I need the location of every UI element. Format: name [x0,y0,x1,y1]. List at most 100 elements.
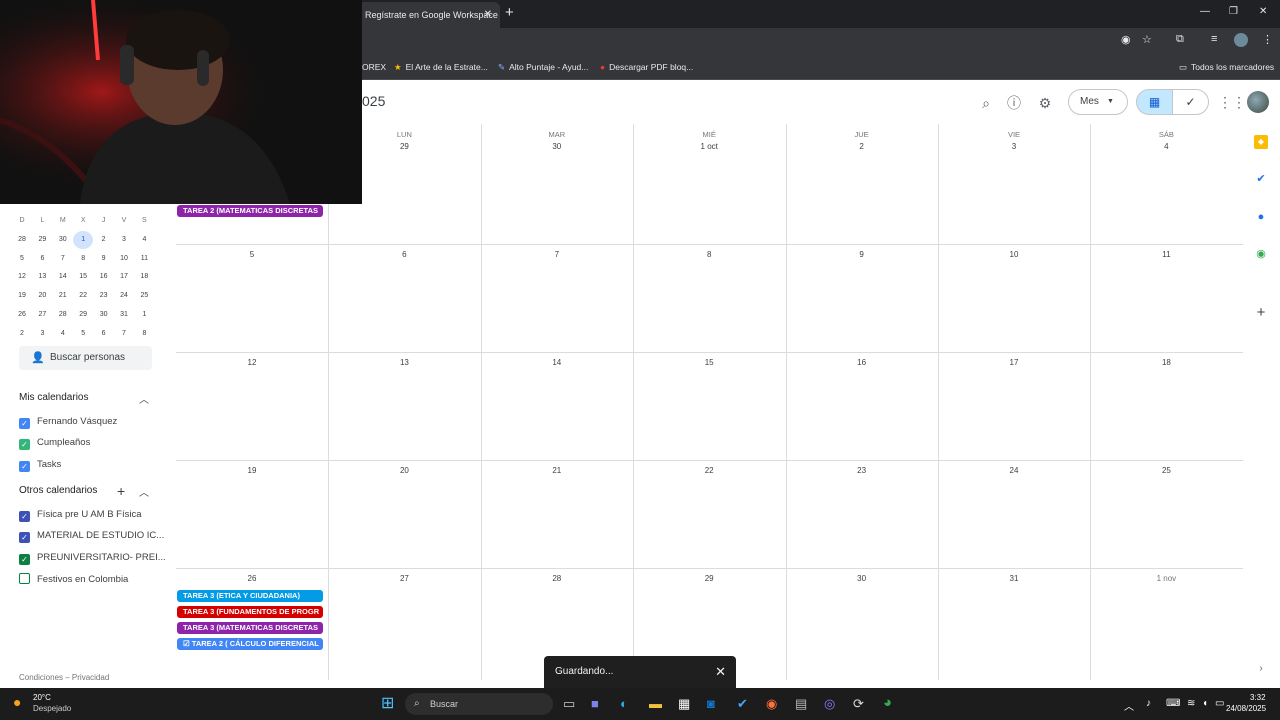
calendar-list-item[interactable]: ✓ Fernando Vásquez [19,416,117,432]
store-icon[interactable]: ▦ [678,696,690,712]
day-number[interactable]: 27 [328,574,480,583]
close-window-icon[interactable]: ✕ [1259,6,1267,17]
calendar-checkbox[interactable] [19,572,30,584]
mini-day[interactable]: 10 [114,250,134,268]
mini-day[interactable]: 17 [114,268,134,286]
microphone-icon[interactable]: ♪ [1146,698,1151,709]
calendar-checkbox[interactable]: ✓ [19,439,30,451]
terms-privacy-link[interactable]: Condiciones – Privacidad [19,673,109,682]
weather-icon[interactable]: ● [13,694,21,710]
edge-icon[interactable]: ◐ [620,696,628,711]
app-icon[interactable]: ⟳ [853,696,864,712]
day-number[interactable]: 18 [1090,358,1242,367]
calendar-checkbox[interactable]: ✓ [19,553,30,565]
mini-day[interactable]: 3 [32,325,52,343]
settings-gear-icon[interactable]: ⚙ [1036,94,1054,112]
task-chip[interactable]: ☑ TAREA 2 ( CÁLCULO DIFERENCIAL [177,638,323,650]
day-number[interactable]: 11 [1090,250,1242,259]
mini-day[interactable]: 3 [114,231,134,249]
restore-icon[interactable]: ❐ [1229,6,1238,17]
day-number[interactable]: 1 oct [633,142,785,151]
calendar-view-toggle[interactable]: ▦ [1136,89,1173,115]
expand-panel-icon[interactable]: › [1254,662,1268,676]
mini-day[interactable]: 29 [73,306,93,324]
mini-day[interactable]: 14 [53,268,73,286]
firefox-icon[interactable]: ◉ [766,696,777,712]
close-snackbar-icon[interactable]: ✕ [715,656,726,688]
file-explorer-icon[interactable]: ▬ [649,696,662,711]
day-number[interactable]: 14 [481,358,633,367]
maps-icon[interactable]: ◉ [1254,247,1268,261]
day-number[interactable]: 12 [176,358,328,367]
search-icon[interactable]: ⌕ [977,94,995,112]
day-number[interactable]: 9 [786,250,938,259]
app-icon[interactable]: ▤ [795,696,807,712]
mini-day[interactable]: 29 [32,231,52,249]
my-calendars-heading[interactable]: Mis calendarios [19,392,88,403]
mini-day[interactable]: 24 [114,287,134,305]
teams-icon[interactable]: ■ [591,696,599,711]
volume-icon[interactable]: ◖ [1202,698,1208,709]
mini-day[interactable]: 23 [94,287,114,305]
help-icon[interactable]: ⓘ [1005,94,1023,112]
day-number[interactable]: 28 [481,574,633,583]
day-number[interactable]: 6 [328,250,480,259]
view-selector[interactable]: Mes ▼ [1068,89,1128,115]
mini-day[interactable]: 21 [53,287,73,305]
calendar-list-item[interactable]: ✓ Cumpleaños [19,437,90,453]
calendar-checkbox[interactable]: ✓ [19,511,30,522]
day-number[interactable]: 13 [328,358,480,367]
event-chip[interactable]: TAREA 2 (MATEMATICAS DISCRETAS [177,205,323,217]
chevron-up-icon[interactable]: ︿ [139,391,149,406]
tray-chevron-icon[interactable]: ︿ [1124,698,1134,713]
mini-day[interactable]: 12 [12,268,32,286]
mini-day[interactable]: 6 [94,325,114,343]
day-number[interactable]: 5 [176,250,328,259]
event-chip[interactable]: TAREA 3 (MATEMATICAS DISCRETAS [177,622,323,634]
day-number[interactable]: 7 [481,250,633,259]
media-icon[interactable]: ≡ [1211,33,1217,45]
tasks-icon[interactable]: ✔ [1254,172,1268,186]
day-number[interactable]: 19 [176,466,328,475]
extensions-icon[interactable]: ⧉ [1176,33,1184,46]
mini-day[interactable]: 13 [32,268,52,286]
clock-time[interactable]: 3:32 [1250,693,1266,702]
eye-icon[interactable]: ◉ [1121,33,1131,46]
day-number[interactable]: 30 [786,574,938,583]
mini-day[interactable]: 25 [134,287,154,305]
chevron-up-icon[interactable]: ︿ [139,484,149,499]
calendar-checkbox[interactable]: ✓ [19,418,30,429]
clock-date[interactable]: 24/08/2025 [1226,704,1266,713]
calendar-checkbox[interactable]: ✓ [19,460,30,472]
day-number[interactable]: 3 [938,142,1090,151]
day-number[interactable]: 30 [481,142,633,151]
chrome-icon[interactable]: ◕ [883,694,892,711]
menu-icon[interactable]: ⋮ [1262,33,1273,46]
mini-day[interactable]: 15 [73,268,93,286]
day-number[interactable]: 21 [481,466,633,475]
day-number[interactable]: 2 [786,142,938,151]
add-addon-icon[interactable]: + [1254,305,1268,320]
browser-tab[interactable]: Regístrate en Google Workspace ✕ [357,2,500,28]
day-number[interactable]: 29 [633,574,785,583]
day-number[interactable]: 4 [1090,142,1242,151]
calendar-list-item[interactable]: ✓ MATERIAL DE ESTUDIO IC... [19,530,164,546]
mini-day[interactable]: 1 [73,230,94,249]
mini-day[interactable]: 28 [53,306,73,324]
tasks-view-toggle[interactable]: ✓ [1172,89,1209,115]
mini-day[interactable]: 11 [134,250,154,268]
mini-day[interactable]: 7 [114,325,134,343]
day-number[interactable]: 20 [328,466,480,475]
mini-day[interactable]: 8 [134,325,154,343]
search-people-input[interactable]: 👤 Buscar personas [19,346,152,370]
app-icon[interactable]: ◎ [824,696,835,712]
day-number[interactable]: 25 [1090,466,1242,475]
mini-day[interactable]: 2 [12,325,32,343]
mini-day[interactable]: 19 [12,287,32,305]
star-icon[interactable]: ☆ [1142,33,1152,46]
add-calendar-icon[interactable]: + [117,483,125,499]
bookmark-item[interactable]: ★ El Arte de la Estrate... [394,62,488,73]
day-number[interactable]: 16 [786,358,938,367]
day-number[interactable]: 24 [938,466,1090,475]
new-tab-button[interactable]: + [505,4,514,21]
